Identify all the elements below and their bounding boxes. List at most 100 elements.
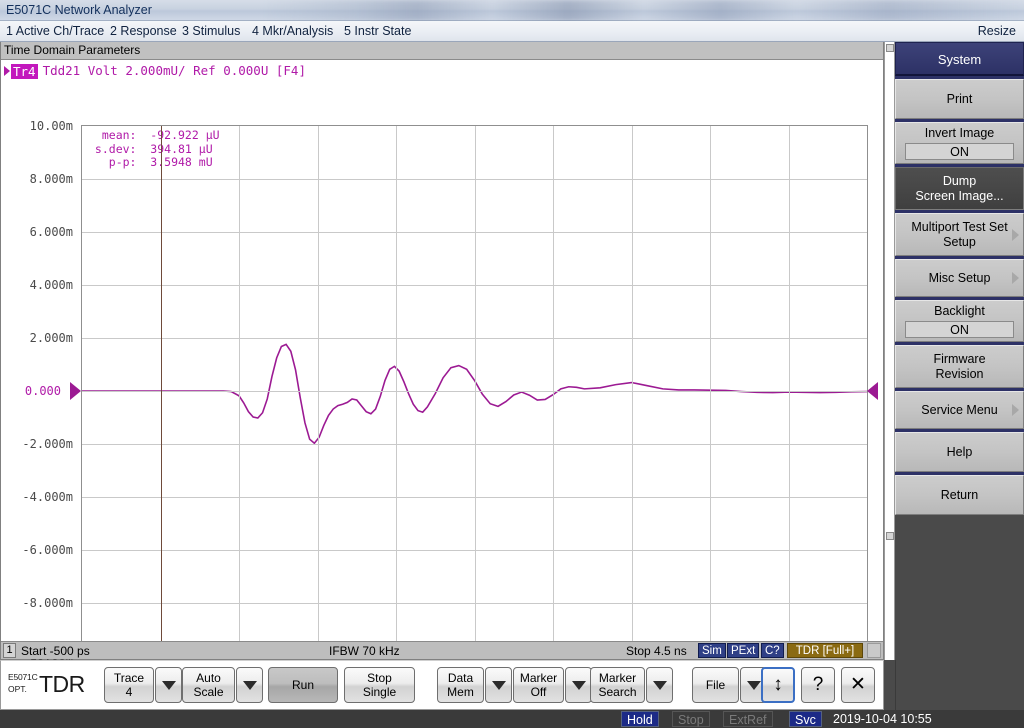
softkey-help[interactable]: Help xyxy=(895,432,1024,472)
softkey-label: Screen Image... xyxy=(915,188,1004,203)
status-strip-spacer xyxy=(867,643,881,658)
stop-single-button[interactable]: Stop Single xyxy=(344,667,415,703)
button-label: File xyxy=(705,678,726,692)
help-icon: ? xyxy=(812,674,824,695)
file-button[interactable]: File xyxy=(692,667,739,703)
softkey-firmware-revision[interactable]: Firmware Revision xyxy=(895,345,1024,388)
reference-marker-left-icon xyxy=(70,382,81,400)
softkey-scrollbar[interactable] xyxy=(884,42,895,660)
softkey-backlight[interactable]: Backlight ON xyxy=(895,300,1024,342)
status-badge-c[interactable]: C? xyxy=(761,643,784,658)
plot-canvas[interactable]: mean: -92.922 µU s.dev: 394.81 µU p-p: 3… xyxy=(81,125,868,657)
resize-vertical-icon-button[interactable]: ↕ xyxy=(761,667,795,703)
status-datetime: 2019-10-04 10:55 xyxy=(833,712,932,726)
button-label: Marker xyxy=(598,671,637,685)
softkey-print[interactable]: Print xyxy=(895,79,1024,119)
status-badge-pext[interactable]: PExt xyxy=(727,643,760,658)
sweep-stop[interactable]: Stop 4.5 ns xyxy=(626,644,687,658)
gridline-vertical xyxy=(317,126,319,656)
trace-info-text: Tdd21 Volt 2.000mU/ Ref 0.000U [F4] xyxy=(42,63,306,78)
help-icon-button[interactable]: ? xyxy=(801,667,835,703)
plot-area-wrapper: 10.00m 8.000m 6.000m 4.000m 2.000m 0.000 -2.00… xyxy=(1,80,883,674)
menu-item-instr-state[interactable]: 5 Instr State xyxy=(344,24,411,38)
trace-badge[interactable]: Tr4 xyxy=(11,63,38,79)
softkey-panel-title: System xyxy=(895,42,1024,76)
gridline-vertical xyxy=(239,126,240,656)
scrollbar-thumb-top[interactable] xyxy=(886,44,894,52)
menu-bar: 1 Active Ch/Trace 2 Response 3 Stimulus … xyxy=(0,21,1024,42)
title-bar-blur xyxy=(264,0,1024,21)
softkey-panel: System Print Invert Image ON Dump Screen Ima… xyxy=(895,42,1024,660)
status-hold[interactable]: Hold xyxy=(621,711,659,727)
softkey-misc-setup[interactable]: Misc Setup xyxy=(895,259,1024,297)
softkey-invert-image[interactable]: Invert Image ON xyxy=(895,122,1024,164)
softkey-label: Help xyxy=(946,444,973,459)
softkey-multiport-test-set-setup[interactable]: Multiport Test Set Setup xyxy=(895,213,1024,256)
button-label: Marker xyxy=(519,671,558,685)
softkey-return[interactable]: Return xyxy=(895,475,1024,515)
reference-marker-right-icon xyxy=(867,382,878,400)
chevron-down-icon xyxy=(746,680,761,690)
gridline-time-zero xyxy=(160,126,162,656)
sweep-start[interactable]: Start -500 ps xyxy=(21,644,90,658)
softkey-label: Return xyxy=(940,487,979,502)
window-title: E5071C Network Analyzer xyxy=(6,3,152,17)
chevron-down-icon xyxy=(491,680,506,690)
menu-item-stimulus[interactable]: 3 Stimulus xyxy=(182,24,240,38)
run-button[interactable]: Run xyxy=(268,667,338,703)
softkey-value[interactable]: ON xyxy=(905,321,1014,338)
auto-scale-dropdown[interactable] xyxy=(236,667,263,703)
marker-search-dropdown[interactable] xyxy=(646,667,673,703)
button-label: Search xyxy=(598,685,637,699)
softkey-value[interactable]: ON xyxy=(905,143,1014,160)
marker-off-button[interactable]: Marker Off xyxy=(513,667,564,703)
data-mem-dropdown[interactable] xyxy=(485,667,512,703)
y-axis-tick-label: 0.000 xyxy=(24,384,61,398)
status-badge-sim[interactable]: Sim xyxy=(698,643,726,658)
y-axis-tick-label: 4.000m xyxy=(29,278,73,292)
gridline-vertical xyxy=(788,126,790,656)
brand-tdr: TDR xyxy=(39,671,85,697)
button-label: Run xyxy=(291,678,314,692)
y-axis-labels: 10.00m 8.000m 6.000m 4.000m 2.000m 0.000 -2.00… xyxy=(1,119,79,663)
gridline-vertical xyxy=(631,126,633,656)
softkey-label: Service Menu xyxy=(921,402,998,417)
chevron-down-icon xyxy=(571,680,586,690)
channel-number: 1 xyxy=(3,643,16,658)
y-axis-tick-label: -2.000m xyxy=(22,437,73,451)
softkey-service-menu[interactable]: Service Menu xyxy=(895,391,1024,429)
status-extref[interactable]: ExtRef xyxy=(723,711,773,727)
close-icon-button[interactable]: ✕ xyxy=(841,667,875,703)
softkey-label: Firmware xyxy=(933,351,986,366)
softkey-label: Dump xyxy=(942,173,977,188)
status-stop[interactable]: Stop xyxy=(672,711,710,727)
y-axis-tick-label: 8.000m xyxy=(29,172,73,186)
button-label: Off xyxy=(530,685,547,699)
marker-search-button[interactable]: Marker Search xyxy=(590,667,645,703)
status-badge-tdr[interactable]: TDR [Full+] xyxy=(787,643,863,658)
active-trace-arrow-icon xyxy=(4,65,10,76)
softkey-dump-screen-image[interactable]: Dump Screen Image... xyxy=(895,167,1024,210)
gridline-vertical xyxy=(396,126,397,656)
menu-item-active-ch-trace[interactable]: 1 Active Ch/Trace xyxy=(6,24,104,38)
menu-item-mkr-analysis[interactable]: 4 Mkr/Analysis xyxy=(252,24,333,38)
chevron-down-icon xyxy=(652,680,667,690)
status-svc[interactable]: Svc xyxy=(789,711,822,727)
chevron-down-icon xyxy=(242,680,257,690)
ifbw-value[interactable]: IFBW 70 kHz xyxy=(329,644,400,658)
trace-button[interactable]: Trace 4 xyxy=(104,667,154,703)
button-label: Auto xyxy=(196,671,221,685)
scrollbar-thumb-bottom[interactable] xyxy=(886,532,894,540)
menu-item-response[interactable]: 2 Response xyxy=(110,24,177,38)
data-mem-button[interactable]: Data Mem xyxy=(437,667,484,703)
softkey-label: Backlight xyxy=(934,304,985,318)
marker-off-dropdown[interactable] xyxy=(565,667,592,703)
auto-scale-button[interactable]: Auto Scale xyxy=(182,667,235,703)
button-label: Data xyxy=(447,671,474,685)
trace-info-line[interactable]: Tr4 Tdd21 Volt 2.000mU/ Ref 0.000U [F4] xyxy=(1,61,883,80)
resize-label[interactable]: Resize xyxy=(978,24,1016,38)
button-label: Mem xyxy=(447,685,474,699)
trace-dropdown[interactable] xyxy=(155,667,182,703)
brand-logo: E5071C OPT. TDR xyxy=(8,669,88,703)
y-axis-tick-label: 10.00m xyxy=(29,119,73,133)
